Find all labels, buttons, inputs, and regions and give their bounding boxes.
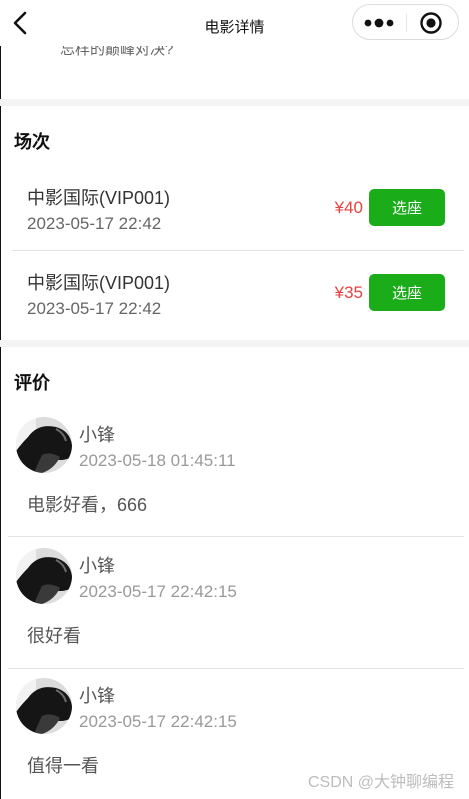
- mini-program-capsule: [352, 4, 459, 40]
- more-dots-icon[interactable]: [363, 13, 399, 33]
- comments-heading: 评价: [14, 373, 50, 393]
- comment-time: 2023-05-18 01:45:11: [79, 451, 236, 470]
- comment-username: 小锋: [79, 686, 115, 706]
- comment-text: 电影好看，666: [27, 495, 148, 515]
- avatar[interactable]: [16, 417, 72, 473]
- comment-text: 很好看: [27, 626, 81, 646]
- session-price: ¥35: [334, 283, 363, 302]
- session-time: 2023-05-17 22:42: [27, 214, 162, 233]
- session-cinema: 中影国际(VIP001): [27, 273, 171, 293]
- comment-username: 小锋: [79, 556, 115, 576]
- row-divider: [8, 536, 464, 537]
- comment-text: 值得一看: [27, 756, 99, 776]
- comment-time: 2023-05-17 22:42:15: [79, 582, 237, 601]
- section-separator: [0, 99, 469, 106]
- select-seat-button[interactable]: 选座: [369, 189, 445, 226]
- capsule-divider: [406, 14, 407, 32]
- frame-border: [0, 0, 1, 799]
- session-time: 2023-05-17 22:42: [27, 299, 162, 318]
- select-seat-button[interactable]: 选座: [369, 274, 445, 311]
- session-row: 中影国际(VIP001) 2023-05-17 22:42 ¥35 选座: [0, 269, 469, 351]
- section-separator: [0, 340, 469, 347]
- row-divider: [8, 668, 464, 669]
- comment-time: 2023-05-17 22:42:15: [79, 712, 237, 731]
- session-cinema: 中影国际(VIP001): [27, 188, 171, 208]
- avatar-photo-icon: [16, 548, 72, 604]
- row-divider: [12, 250, 464, 251]
- comment-username: 小锋: [79, 425, 115, 445]
- avatar-photo-icon: [16, 678, 72, 734]
- avatar-photo-icon: [16, 417, 72, 473]
- avatar[interactable]: [16, 548, 72, 604]
- nav-bar: 电影详情: [0, 0, 469, 46]
- watermark: CSDN @大钟聊编程: [307, 774, 454, 791]
- session-row: 中影国际(VIP001) 2023-05-17 22:42 ¥40 选座: [0, 184, 469, 266]
- sessions-heading: 场次: [14, 132, 50, 152]
- session-price: ¥40: [334, 198, 363, 217]
- avatar[interactable]: [16, 678, 72, 734]
- target-icon[interactable]: [419, 11, 443, 35]
